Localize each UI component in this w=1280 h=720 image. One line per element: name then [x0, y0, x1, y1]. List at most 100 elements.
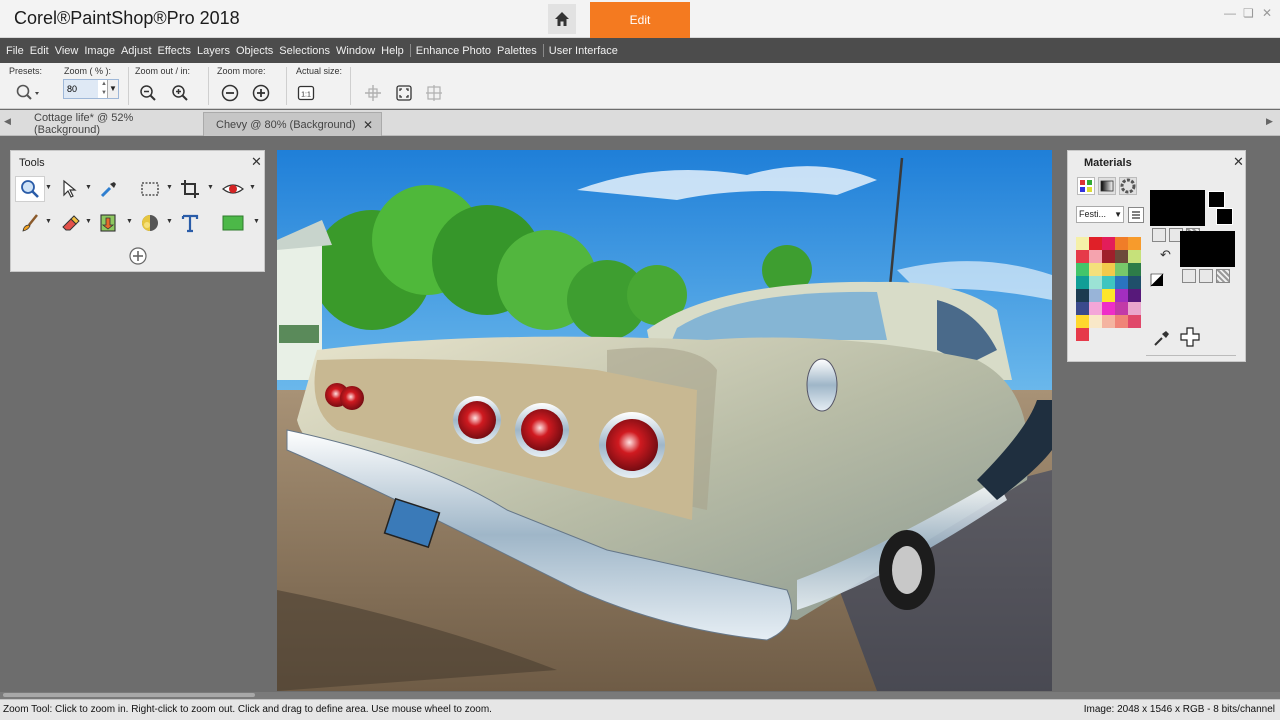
color-swatch[interactable] — [1115, 250, 1128, 263]
fg-style-button[interactable] — [1152, 228, 1166, 242]
menu-file[interactable]: File — [6, 45, 24, 57]
menu-enhance-photo[interactable]: Enhance Photo — [416, 45, 491, 57]
close-palette-icon[interactable]: ✕ — [251, 154, 262, 170]
menu-layers[interactable]: Layers — [197, 45, 230, 57]
tool-flyout-arrow[interactable]: ▼ — [85, 184, 92, 191]
color-swatch[interactable] — [1115, 237, 1128, 250]
foreground-small-swatch[interactable] — [1208, 191, 1225, 208]
color-swatch[interactable] — [1102, 250, 1115, 263]
dropper-tool[interactable] — [94, 176, 124, 202]
swatch-options-button[interactable] — [1128, 207, 1144, 223]
tool-flyout-arrow[interactable]: ▼ — [166, 184, 173, 191]
zoom-in-button[interactable] — [170, 83, 190, 103]
add-cross-icon[interactable] — [1180, 327, 1200, 347]
dodge-tool[interactable] — [135, 210, 165, 236]
bg-transparent-button[interactable] — [1216, 269, 1230, 283]
color-swatch[interactable] — [1128, 263, 1141, 276]
tool-flyout-arrow[interactable]: ▼ — [45, 218, 52, 225]
color-swatch[interactable] — [1115, 276, 1128, 289]
selection-tool[interactable] — [135, 176, 165, 202]
color-swatch[interactable] — [1102, 276, 1115, 289]
home-button[interactable] — [548, 4, 576, 34]
color-swatch[interactable] — [1102, 237, 1115, 250]
color-swatch[interactable] — [1128, 289, 1141, 302]
crop-tool[interactable] — [175, 176, 205, 202]
color-swatch[interactable] — [1102, 315, 1115, 328]
eraser-tool[interactable] — [55, 210, 85, 236]
color-swatch[interactable] — [1128, 302, 1141, 315]
color-swatch[interactable] — [1089, 263, 1102, 276]
close-palette-icon[interactable]: ✕ — [1233, 154, 1244, 170]
zoom-more-out-button[interactable] — [220, 83, 240, 103]
swatches-tab[interactable] — [1077, 177, 1095, 195]
clone-tool[interactable] — [94, 210, 124, 236]
color-swatch[interactable] — [1128, 315, 1141, 328]
fit-selection-button[interactable] — [424, 83, 444, 103]
edit-workspace-tab[interactable]: Edit — [590, 2, 690, 38]
color-swatch[interactable] — [1076, 289, 1089, 302]
horizontal-scrollbar[interactable] — [0, 692, 1280, 699]
document-tab[interactable]: Cottage life* @ 52% (Background) — [20, 112, 202, 136]
color-swatch[interactable] — [1089, 250, 1102, 263]
reset-colors-icon[interactable] — [1150, 273, 1164, 287]
zoom-out-button[interactable] — [138, 83, 158, 103]
presets-button[interactable] — [14, 83, 42, 103]
restore-icon[interactable]: ❏ — [1243, 6, 1254, 20]
color-swatch[interactable] — [1115, 315, 1128, 328]
color-swatch[interactable] — [1076, 276, 1089, 289]
tool-flyout-arrow[interactable]: ▼ — [249, 184, 256, 191]
color-swatch[interactable] — [1089, 289, 1102, 302]
document-tab-active[interactable]: Chevy @ 80% (Background) ✕ — [203, 112, 382, 136]
menu-edit[interactable]: Edit — [30, 45, 49, 57]
close-tab-icon[interactable]: ✕ — [363, 118, 373, 132]
menu-window[interactable]: Window — [336, 45, 375, 57]
bg-style-button[interactable] — [1182, 269, 1196, 283]
background-color-box[interactable] — [1180, 231, 1235, 267]
gradient-tab[interactable] — [1098, 177, 1116, 195]
rainbow-tab[interactable] — [1119, 177, 1137, 195]
color-swatch[interactable] — [1089, 237, 1102, 250]
fit-window-button[interactable] — [394, 83, 414, 103]
close-window-icon[interactable]: ✕ — [1262, 6, 1272, 20]
shape-tool[interactable] — [218, 210, 248, 236]
color-swatch[interactable] — [1076, 263, 1089, 276]
color-swatch[interactable] — [1089, 302, 1102, 315]
tool-flyout-arrow[interactable]: ▼ — [126, 218, 133, 225]
color-swatch[interactable] — [1128, 276, 1141, 289]
swatch-set-select[interactable]: Festi... ▼ — [1076, 206, 1124, 223]
pick-tool[interactable] — [55, 176, 85, 202]
text-tool[interactable] — [175, 210, 205, 236]
tool-flyout-arrow[interactable]: ▼ — [253, 218, 260, 225]
menu-objects[interactable]: Objects — [236, 45, 273, 57]
menu-adjust[interactable]: Adjust — [121, 45, 152, 57]
image-canvas[interactable] — [277, 150, 1052, 691]
color-swatch[interactable] — [1076, 315, 1089, 328]
paint-brush-tool[interactable] — [15, 210, 45, 236]
background-small-swatch[interactable] — [1216, 208, 1233, 225]
tabs-scroll-right-icon[interactable]: ▶ — [1266, 116, 1273, 127]
menu-palettes[interactable]: Palettes — [497, 45, 537, 57]
zoom-input[interactable] — [64, 80, 98, 98]
color-swatch[interactable] — [1076, 328, 1089, 341]
bg-texture-button[interactable] — [1199, 269, 1213, 283]
tabs-scroll-left-icon[interactable]: ◀ — [4, 116, 11, 127]
foreground-color-box[interactable] — [1150, 190, 1205, 226]
color-swatch[interactable] — [1128, 237, 1141, 250]
palette-resize-grip[interactable] — [1146, 355, 1236, 356]
color-swatch[interactable] — [1102, 263, 1115, 276]
zoom-percent-field[interactable]: ▲▼ ▼ — [63, 79, 119, 99]
color-swatch[interactable] — [1102, 302, 1115, 315]
add-tool-button[interactable] — [123, 243, 153, 269]
menu-effects[interactable]: Effects — [158, 45, 191, 57]
red-eye-tool[interactable] — [218, 176, 248, 202]
zoom-dropdown-arrow[interactable]: ▼ — [107, 80, 118, 98]
color-swatch[interactable] — [1076, 250, 1089, 263]
scrollbar-thumb[interactable] — [3, 693, 255, 697]
color-swatch[interactable] — [1115, 302, 1128, 315]
color-swatch[interactable] — [1102, 289, 1115, 302]
pan-button[interactable] — [363, 83, 383, 103]
color-swatch[interactable] — [1115, 263, 1128, 276]
swap-colors-icon[interactable]: ↶ — [1160, 247, 1171, 263]
eyedropper-icon[interactable] — [1153, 329, 1171, 347]
tool-flyout-arrow[interactable]: ▼ — [166, 218, 173, 225]
